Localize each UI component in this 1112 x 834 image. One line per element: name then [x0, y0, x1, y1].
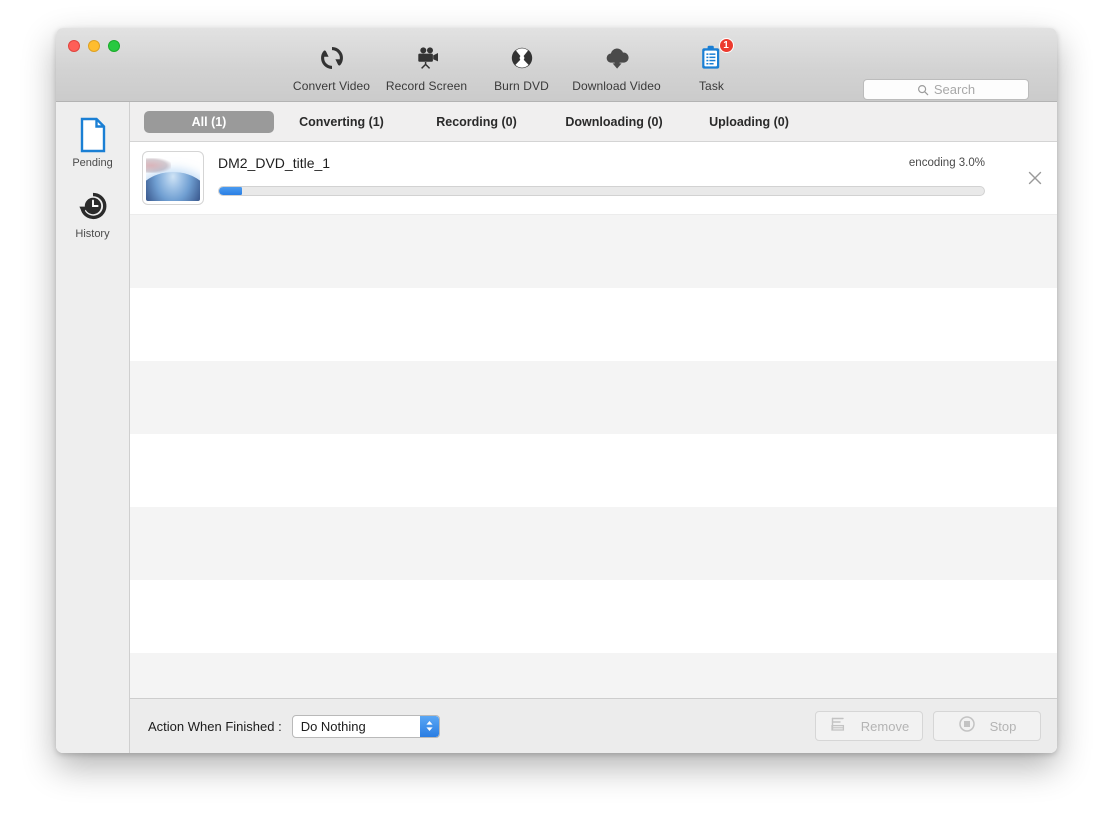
footer-bar: Action When Finished : Do Nothing Remove… [130, 698, 1057, 753]
download-video-icon [602, 43, 632, 73]
toolbar-item-record-screen[interactable]: Record Screen [379, 38, 474, 93]
window-titlebar: Convert Video Record Screen Burn DVD Dow… [56, 28, 1057, 102]
list-row-empty [130, 507, 1057, 580]
task-details: DM2_DVD_title_1 encoding 3.0% [218, 151, 1013, 205]
action-select-value: Do Nothing [300, 718, 366, 734]
maximize-window-button[interactable] [108, 40, 120, 52]
task-row[interactable]: DM2_DVD_title_1 encoding 3.0% [130, 142, 1057, 215]
search-input[interactable]: Search [863, 79, 1029, 100]
task-list[interactable]: DM2_DVD_title_1 encoding 3.0% [130, 142, 1057, 698]
tab-label: Downloading (0) [565, 114, 663, 129]
list-row-empty [130, 361, 1057, 434]
tab-label: Converting (1) [299, 114, 384, 129]
remove-button[interactable]: Remove [815, 711, 923, 741]
remove-list-icon [829, 716, 847, 737]
stop-button[interactable]: Stop [933, 711, 1041, 741]
sidebar: Pending History [56, 102, 130, 753]
burn-dvd-icon [508, 43, 536, 73]
list-row-empty [130, 215, 1057, 288]
list-row-empty [130, 288, 1057, 361]
task-close-button[interactable] [1013, 170, 1057, 186]
sidebar-item-label: History [75, 228, 110, 240]
list-row-empty [130, 580, 1057, 653]
toolbar-item-task[interactable]: 1 Task [664, 38, 759, 93]
minimize-window-button[interactable] [88, 40, 100, 52]
remove-button-label: Remove [860, 718, 910, 734]
task-icon: 1 [699, 38, 734, 73]
application-window: Convert Video Record Screen Burn DVD Dow… [56, 28, 1057, 753]
clock-history-icon [77, 187, 109, 225]
stop-circle-icon [958, 715, 976, 738]
toolbar-item-label: Burn DVD [494, 79, 549, 93]
tab-label: All (1) [191, 114, 227, 129]
empty-list-rows [130, 215, 1057, 698]
task-progress-bar [218, 186, 985, 196]
stepper-updown-icon[interactable] [419, 715, 439, 737]
window-controls [68, 40, 120, 52]
task-title: DM2_DVD_title_1 [218, 155, 331, 171]
close-window-button[interactable] [68, 40, 80, 52]
tab-label: Recording (0) [436, 114, 517, 129]
task-status: encoding 3.0% [908, 157, 985, 169]
task-badge: 1 [718, 38, 734, 53]
window-body: Pending History All (1) Converting (1) R… [56, 102, 1057, 753]
convert-video-icon [318, 43, 346, 73]
tab-uploading[interactable]: Uploading (0) [684, 111, 814, 133]
toolbar-item-label: Task [698, 79, 725, 93]
toolbar-item-download-video[interactable]: Download Video [569, 38, 664, 93]
toolbar-item-label: Convert Video [292, 79, 371, 93]
toolbar-item-label: Download Video [572, 79, 661, 93]
toolbar-item-label: Record Screen [385, 79, 468, 93]
action-when-finished-select[interactable]: Do Nothing [291, 714, 440, 738]
list-row-empty [130, 653, 1057, 698]
tab-downloading[interactable]: Downloading (0) [544, 111, 684, 133]
main-toolbar: Convert Video Record Screen Burn DVD Dow… [284, 38, 759, 93]
tab-all[interactable]: All (1) [144, 110, 274, 133]
sidebar-item-label: Pending [72, 157, 113, 169]
task-progress-fill [219, 187, 242, 195]
action-when-finished-label: Action When Finished : [148, 718, 282, 734]
tab-recording[interactable]: Recording (0) [409, 111, 544, 133]
sidebar-item-history[interactable]: History [56, 187, 129, 240]
task-thumbnail [142, 151, 204, 205]
content-area: All (1) Converting (1) Recording (0) Dow… [130, 102, 1057, 753]
document-icon [78, 116, 108, 154]
tab-label: Uploading (0) [709, 114, 789, 129]
list-row-empty [130, 434, 1057, 507]
tab-bar: All (1) Converting (1) Recording (0) Dow… [130, 102, 1057, 142]
sidebar-item-pending[interactable]: Pending [56, 116, 129, 169]
toolbar-item-burn-dvd[interactable]: Burn DVD [474, 38, 569, 93]
search-icon [917, 84, 929, 96]
toolbar-item-convert-video[interactable]: Convert Video [284, 38, 379, 93]
search-placeholder: Search [933, 82, 976, 97]
record-screen-icon [413, 43, 441, 73]
stop-button-label: Stop [989, 718, 1017, 734]
tab-converting[interactable]: Converting (1) [274, 111, 409, 133]
